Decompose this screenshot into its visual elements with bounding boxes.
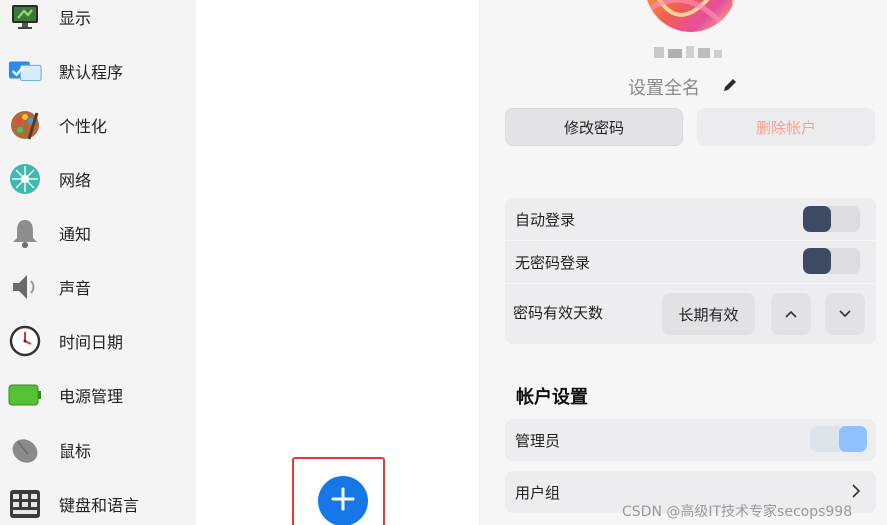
sidebar-item-display[interactable]: 显示 <box>0 0 186 40</box>
divider <box>505 283 876 284</box>
speaker-icon <box>8 270 42 304</box>
battery-icon <box>8 378 42 412</box>
sidebar-item-label: 个性化 <box>59 117 108 136</box>
user-list-panel <box>196 0 480 525</box>
change-password-button[interactable]: 修改密码 <box>505 108 683 146</box>
admin-row: 管理员 <box>505 419 876 461</box>
palette-icon <box>8 108 42 142</box>
sidebar-item-label: 通知 <box>59 225 92 244</box>
sidebar-item-network[interactable]: 网络 <box>0 156 186 202</box>
toggle-knob <box>803 248 831 274</box>
sidebar-item-label: 显示 <box>59 9 92 28</box>
sidebar-item-label: 鼠标 <box>59 442 92 461</box>
user-group-label: 用户组 <box>515 484 561 502</box>
bell-icon <box>8 216 42 250</box>
admin-label: 管理员 <box>515 432 561 450</box>
clock-icon <box>8 324 42 358</box>
network-icon <box>8 162 42 196</box>
passwordless-login-toggle[interactable] <box>803 248 860 274</box>
increase-button[interactable] <box>771 293 811 335</box>
chevron-down-icon <box>838 305 852 323</box>
username-blurred <box>650 43 730 61</box>
delete-account-button[interactable]: 删除帐户 <box>697 108 875 146</box>
toggle-knob <box>839 426 867 452</box>
sidebar-item-datetime[interactable]: 时间日期 <box>0 318 186 364</box>
sidebar-item-label: 键盘和语言 <box>59 496 140 515</box>
passwordless-login-row: 无密码登录 <box>505 241 876 283</box>
sidebar-item-personalization[interactable]: 个性化 <box>0 102 186 148</box>
monitor-icon <box>8 0 42 34</box>
auto-login-label: 自动登录 <box>515 210 576 229</box>
sidebar-item-mouse[interactable]: 鼠标 <box>0 427 186 473</box>
add-user-button[interactable] <box>318 476 368 525</box>
toggle-knob <box>803 206 831 232</box>
sidebar-item-power[interactable]: 电源管理 <box>0 372 186 418</box>
auto-login-row: 自动登录 <box>505 198 876 240</box>
pencil-icon[interactable] <box>722 77 738 93</box>
passwordless-login-label: 无密码登录 <box>515 253 591 272</box>
sidebar-item-sound[interactable]: 声音 <box>0 264 186 310</box>
sidebar-item-label: 网络 <box>59 171 92 190</box>
sidebar: 显示 默认程序 个性化 网络 通知 声音 时间日期 电源管理 鼠标 键盘和语言 <box>0 0 186 525</box>
mouse-icon <box>8 433 42 467</box>
password-validity-label: 密码有效天数 <box>513 303 604 322</box>
sidebar-item-label: 声音 <box>59 279 92 298</box>
admin-toggle[interactable] <box>810 426 867 452</box>
decrease-button[interactable] <box>825 293 865 335</box>
sidebar-item-label: 电源管理 <box>59 387 124 406</box>
account-settings-title: 帐户设置 <box>516 387 588 408</box>
keyboard-icon <box>8 487 42 521</box>
sidebar-item-label: 默认程序 <box>59 63 124 82</box>
default-apps-icon <box>8 54 42 88</box>
sidebar-item-notifications[interactable]: 通知 <box>0 210 186 256</box>
sidebar-item-default-apps[interactable]: 默认程序 <box>0 48 186 94</box>
watermark: CSDN @高级IT技术专家secops998 <box>622 504 853 520</box>
plus-icon <box>331 487 355 515</box>
chevron-up-icon <box>784 305 798 323</box>
sidebar-item-label: 时间日期 <box>59 333 124 352</box>
chevron-right-icon <box>851 483 861 503</box>
set-fullname-label: 设置全名 <box>628 78 700 99</box>
auto-login-toggle[interactable] <box>803 206 860 232</box>
password-validity-value[interactable]: 长期有效 <box>662 293 755 335</box>
sidebar-item-keyboard[interactable]: 键盘和语言 <box>0 481 186 525</box>
